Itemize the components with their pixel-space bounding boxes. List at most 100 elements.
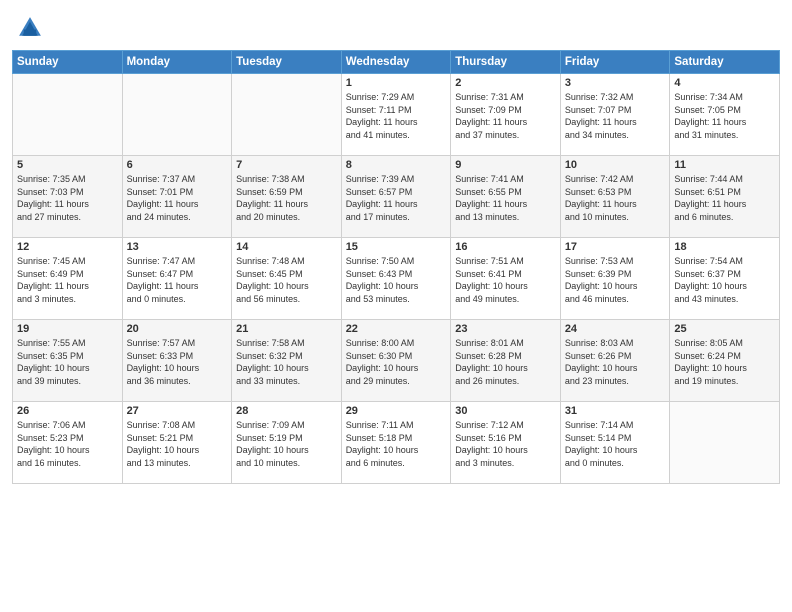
day-info: Sunrise: 7:54 AM Sunset: 6:37 PM Dayligh… — [674, 255, 775, 305]
day-cell: 4 Sunrise: 7:34 AM Sunset: 7:05 PM Daylig… — [670, 74, 780, 156]
day-cell: 8Sunrise: 7:39 AM Sunset: 6:57 PM Daylig… — [341, 156, 451, 238]
day-info: Sunrise: 8:01 AM Sunset: 6:28 PM Dayligh… — [455, 337, 556, 387]
day-info: Sunrise: 7:32 AM Sunset: 7:07 PM Dayligh… — [565, 91, 666, 141]
day-number: 5 — [17, 159, 118, 171]
day-cell: 31 Sunrise: 7:14 AM Sunset: 5:14 PM Dayli… — [560, 402, 670, 484]
day-number: 15 — [346, 241, 447, 253]
calendar-header: SundayMondayTuesdayWednesdayThursdayFrid… — [13, 51, 780, 74]
header-wednesday: Wednesday — [341, 51, 451, 74]
day-number: 28 — [236, 405, 337, 417]
day-cell: 10 Sunrise: 7:42 AM Sunset: 6:53 PM Dayli… — [560, 156, 670, 238]
day-number: 4 — [674, 77, 775, 89]
day-number: 2 — [455, 77, 556, 89]
day-info: Sunrise: 7:55 AM Sunset: 6:35 PM Dayligh… — [17, 337, 118, 387]
day-cell: 2 Sunrise: 7:31 AM Sunset: 7:09 PM Daylig… — [451, 74, 561, 156]
day-number: 11 — [674, 159, 775, 171]
day-number: 31 — [565, 405, 666, 417]
day-number: 6 — [127, 159, 228, 171]
day-number: 13 — [127, 241, 228, 253]
day-info: Sunrise: 7:38 AM Sunset: 6:59 PM Dayligh… — [236, 173, 337, 223]
day-info: Sunrise: 7:08 AM Sunset: 5:21 PM Dayligh… — [127, 419, 228, 469]
day-info: Sunrise: 7:31 AM Sunset: 7:09 PM Dayligh… — [455, 91, 556, 141]
day-number: 18 — [674, 241, 775, 253]
day-info: Sunrise: 7:53 AM Sunset: 6:39 PM Dayligh… — [565, 255, 666, 305]
day-number: 21 — [236, 323, 337, 335]
logo — [16, 14, 48, 42]
day-number: 30 — [455, 405, 556, 417]
day-cell — [122, 74, 232, 156]
day-number: 25 — [674, 323, 775, 335]
day-info: Sunrise: 7:58 AM Sunset: 6:32 PM Dayligh… — [236, 337, 337, 387]
day-number: 24 — [565, 323, 666, 335]
day-cell — [13, 74, 123, 156]
calendar-table: SundayMondayTuesdayWednesdayThursdayFrid… — [12, 50, 780, 484]
header — [0, 0, 792, 50]
day-cell: 3 Sunrise: 7:32 AM Sunset: 7:07 PM Daylig… — [560, 74, 670, 156]
day-info: Sunrise: 7:44 AM Sunset: 6:51 PM Dayligh… — [674, 173, 775, 223]
day-info: Sunrise: 7:48 AM Sunset: 6:45 PM Dayligh… — [236, 255, 337, 305]
day-info: Sunrise: 8:05 AM Sunset: 6:24 PM Dayligh… — [674, 337, 775, 387]
day-cell — [232, 74, 342, 156]
day-cell: 7 Sunrise: 7:38 AM Sunset: 6:59 PM Daylig… — [232, 156, 342, 238]
day-info: Sunrise: 7:14 AM Sunset: 5:14 PM Dayligh… — [565, 419, 666, 469]
day-number: 27 — [127, 405, 228, 417]
header-sunday: Sunday — [13, 51, 123, 74]
day-number: 23 — [455, 323, 556, 335]
week-row-0: 1 Sunrise: 7:29 AM Sunset: 7:11 PM Daylig… — [13, 74, 780, 156]
day-cell: 23 Sunrise: 8:01 AM Sunset: 6:28 PM Dayli… — [451, 320, 561, 402]
week-row-2: 12Sunrise: 7:45 AM Sunset: 6:49 PM Dayli… — [13, 238, 780, 320]
day-number: 10 — [565, 159, 666, 171]
day-info: Sunrise: 8:03 AM Sunset: 6:26 PM Dayligh… — [565, 337, 666, 387]
day-cell: 25 Sunrise: 8:05 AM Sunset: 6:24 PM Dayli… — [670, 320, 780, 402]
day-cell: 9Sunrise: 7:41 AM Sunset: 6:55 PM Daylig… — [451, 156, 561, 238]
day-number: 9 — [455, 159, 556, 171]
day-info: Sunrise: 7:37 AM Sunset: 7:01 PM Dayligh… — [127, 173, 228, 223]
day-cell — [670, 402, 780, 484]
day-cell: 20Sunrise: 7:57 AM Sunset: 6:33 PM Dayli… — [122, 320, 232, 402]
day-number: 3 — [565, 77, 666, 89]
day-number: 29 — [346, 405, 447, 417]
day-info: Sunrise: 7:57 AM Sunset: 6:33 PM Dayligh… — [127, 337, 228, 387]
day-number: 1 — [346, 77, 447, 89]
day-number: 16 — [455, 241, 556, 253]
calendar: SundayMondayTuesdayWednesdayThursdayFrid… — [0, 50, 792, 612]
day-cell: 29 Sunrise: 7:11 AM Sunset: 5:18 PM Dayli… — [341, 402, 451, 484]
week-row-4: 26 Sunrise: 7:06 AM Sunset: 5:23 PM Dayli… — [13, 402, 780, 484]
day-number: 17 — [565, 241, 666, 253]
day-cell: 6 Sunrise: 7:37 AM Sunset: 7:01 PM Daylig… — [122, 156, 232, 238]
day-info: Sunrise: 7:12 AM Sunset: 5:16 PM Dayligh… — [455, 419, 556, 469]
day-cell: 30 Sunrise: 7:12 AM Sunset: 5:16 PM Dayli… — [451, 402, 561, 484]
logo-icon — [16, 14, 44, 42]
day-info: Sunrise: 7:29 AM Sunset: 7:11 PM Dayligh… — [346, 91, 447, 141]
day-info: Sunrise: 7:06 AM Sunset: 5:23 PM Dayligh… — [17, 419, 118, 469]
page: SundayMondayTuesdayWednesdayThursdayFrid… — [0, 0, 792, 612]
day-info: Sunrise: 7:50 AM Sunset: 6:43 PM Dayligh… — [346, 255, 447, 305]
week-row-1: 5 Sunrise: 7:35 AM Sunset: 7:03 PM Daylig… — [13, 156, 780, 238]
day-number: 26 — [17, 405, 118, 417]
day-cell: 22 Sunrise: 8:00 AM Sunset: 6:30 PM Dayli… — [341, 320, 451, 402]
day-cell: 12Sunrise: 7:45 AM Sunset: 6:49 PM Dayli… — [13, 238, 123, 320]
day-info: Sunrise: 7:51 AM Sunset: 6:41 PM Dayligh… — [455, 255, 556, 305]
day-info: Sunrise: 7:09 AM Sunset: 5:19 PM Dayligh… — [236, 419, 337, 469]
day-number: 22 — [346, 323, 447, 335]
week-row-3: 19Sunrise: 7:55 AM Sunset: 6:35 PM Dayli… — [13, 320, 780, 402]
day-info: Sunrise: 7:47 AM Sunset: 6:47 PM Dayligh… — [127, 255, 228, 305]
day-number: 12 — [17, 241, 118, 253]
day-cell: 14 Sunrise: 7:48 AM Sunset: 6:45 PM Dayli… — [232, 238, 342, 320]
day-info: Sunrise: 7:11 AM Sunset: 5:18 PM Dayligh… — [346, 419, 447, 469]
day-number: 7 — [236, 159, 337, 171]
day-info: Sunrise: 7:42 AM Sunset: 6:53 PM Dayligh… — [565, 173, 666, 223]
day-cell: 1 Sunrise: 7:29 AM Sunset: 7:11 PM Daylig… — [341, 74, 451, 156]
day-cell: 24 Sunrise: 8:03 AM Sunset: 6:26 PM Dayli… — [560, 320, 670, 402]
day-cell: 17 Sunrise: 7:53 AM Sunset: 6:39 PM Dayli… — [560, 238, 670, 320]
day-cell: 13 Sunrise: 7:47 AM Sunset: 6:47 PM Dayli… — [122, 238, 232, 320]
day-info: Sunrise: 7:34 AM Sunset: 7:05 PM Dayligh… — [674, 91, 775, 141]
header-friday: Friday — [560, 51, 670, 74]
day-info: Sunrise: 7:35 AM Sunset: 7:03 PM Dayligh… — [17, 173, 118, 223]
day-info: Sunrise: 8:00 AM Sunset: 6:30 PM Dayligh… — [346, 337, 447, 387]
day-number: 14 — [236, 241, 337, 253]
day-cell: 5 Sunrise: 7:35 AM Sunset: 7:03 PM Daylig… — [13, 156, 123, 238]
day-cell: 21 Sunrise: 7:58 AM Sunset: 6:32 PM Dayli… — [232, 320, 342, 402]
day-cell: 19Sunrise: 7:55 AM Sunset: 6:35 PM Dayli… — [13, 320, 123, 402]
calendar-body: 1 Sunrise: 7:29 AM Sunset: 7:11 PM Daylig… — [13, 74, 780, 484]
